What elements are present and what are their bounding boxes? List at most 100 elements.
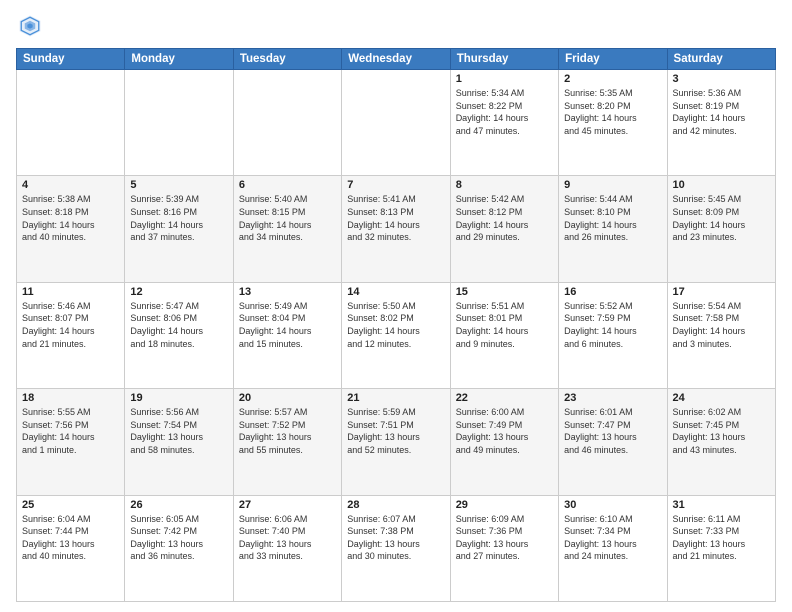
day-info: Sunrise: 5:49 AM Sunset: 8:04 PM Dayligh… [239, 300, 336, 350]
calendar-cell: 29Sunrise: 6:09 AM Sunset: 7:36 PM Dayli… [450, 495, 558, 601]
calendar-cell: 8 Sunrise: 5:42 AM Sunset: 8:12 PM Daylig… [450, 176, 558, 282]
calendar-cell: 19Sunrise: 5:56 AM Sunset: 7:54 PM Dayli… [125, 389, 233, 495]
calendar-cell: 24 Sunrise: 6:02 AM Sunset: 7:45 PM Dayli… [667, 389, 775, 495]
day-info: Sunrise: 6:05 AM Sunset: 7:42 PM Dayligh… [130, 513, 227, 563]
weekday-header-tuesday: Tuesday [233, 49, 341, 70]
calendar-cell: 9 Sunrise: 5:44 AM Sunset: 8:10 PM Daylig… [559, 176, 667, 282]
day-number: 17 [673, 286, 770, 298]
calendar-cell: 12Sunrise: 5:47 AM Sunset: 8:06 PM Dayli… [125, 282, 233, 388]
calendar-cell: 4 Sunrise: 5:38 AM Sunset: 8:18 PM Daylig… [17, 176, 125, 282]
day-number: 30 [564, 499, 661, 511]
calendar-cell [125, 70, 233, 176]
logo [16, 12, 48, 40]
calendar-week-4: 25Sunrise: 6:04 AM Sunset: 7:44 PM Dayli… [17, 495, 776, 601]
day-number: 16 [564, 286, 661, 298]
day-info: Sunrise: 6:02 AM Sunset: 7:45 PM Dayligh… [673, 406, 770, 456]
day-info: Sunrise: 5:50 AM Sunset: 8:02 PM Dayligh… [347, 300, 444, 350]
calendar-cell: 18 Sunrise: 5:55 AM Sunset: 7:56 PM Dayli… [17, 389, 125, 495]
calendar-cell: 27 Sunrise: 6:06 AM Sunset: 7:40 PM Dayli… [233, 495, 341, 601]
day-info: Sunrise: 5:41 AM Sunset: 8:13 PM Dayligh… [347, 193, 444, 243]
calendar-cell: 10Sunrise: 5:45 AM Sunset: 8:09 PM Dayli… [667, 176, 775, 282]
calendar-cell: 14 Sunrise: 5:50 AM Sunset: 8:02 PM Dayli… [342, 282, 450, 388]
calendar-cell: 26 Sunrise: 6:05 AM Sunset: 7:42 PM Dayli… [125, 495, 233, 601]
day-number: 21 [347, 392, 444, 404]
day-info: Sunrise: 5:56 AM Sunset: 7:54 PM Dayligh… [130, 406, 227, 456]
day-info: Sunrise: 5:47 AM Sunset: 8:06 PM Dayligh… [130, 300, 227, 350]
day-number: 31 [673, 499, 770, 511]
day-info: Sunrise: 5:55 AM Sunset: 7:56 PM Dayligh… [22, 406, 119, 456]
day-number: 3 [673, 73, 770, 85]
day-number: 28 [347, 499, 444, 511]
calendar-cell: 2 Sunrise: 5:35 AM Sunset: 8:20 PM Daylig… [559, 70, 667, 176]
weekday-header-monday: Monday [125, 49, 233, 70]
weekday-header-wednesday: Wednesday [342, 49, 450, 70]
day-info: Sunrise: 5:40 AM Sunset: 8:15 PM Dayligh… [239, 193, 336, 243]
calendar-cell [233, 70, 341, 176]
day-info: Sunrise: 5:46 AM Sunset: 8:07 PM Dayligh… [22, 300, 119, 350]
calendar-cell [342, 70, 450, 176]
weekday-header-saturday: Saturday [667, 49, 775, 70]
header [16, 12, 776, 40]
day-info: Sunrise: 5:59 AM Sunset: 7:51 PM Dayligh… [347, 406, 444, 456]
calendar-week-0: 1 Sunrise: 5:34 AM Sunset: 8:22 PM Daylig… [17, 70, 776, 176]
weekday-row: SundayMondayTuesdayWednesdayThursdayFrid… [17, 49, 776, 70]
weekday-header-friday: Friday [559, 49, 667, 70]
logo-icon [16, 12, 44, 40]
day-info: Sunrise: 5:52 AM Sunset: 7:59 PM Dayligh… [564, 300, 661, 350]
day-info: Sunrise: 6:00 AM Sunset: 7:49 PM Dayligh… [456, 406, 553, 456]
day-info: Sunrise: 5:45 AM Sunset: 8:09 PM Dayligh… [673, 193, 770, 243]
calendar-week-3: 18 Sunrise: 5:55 AM Sunset: 7:56 PM Dayli… [17, 389, 776, 495]
weekday-header-sunday: Sunday [17, 49, 125, 70]
day-number: 29 [456, 499, 553, 511]
day-number: 23 [564, 392, 661, 404]
calendar-week-1: 4 Sunrise: 5:38 AM Sunset: 8:18 PM Daylig… [17, 176, 776, 282]
calendar-cell: 15 Sunrise: 5:51 AM Sunset: 8:01 PM Dayli… [450, 282, 558, 388]
day-number: 7 [347, 179, 444, 191]
day-number: 26 [130, 499, 227, 511]
day-number: 27 [239, 499, 336, 511]
day-number: 13 [239, 286, 336, 298]
day-info: Sunrise: 5:44 AM Sunset: 8:10 PM Dayligh… [564, 193, 661, 243]
day-info: Sunrise: 5:42 AM Sunset: 8:12 PM Dayligh… [456, 193, 553, 243]
day-number: 9 [564, 179, 661, 191]
day-number: 2 [564, 73, 661, 85]
day-number: 24 [673, 392, 770, 404]
day-info: Sunrise: 6:07 AM Sunset: 7:38 PM Dayligh… [347, 513, 444, 563]
calendar-header: SundayMondayTuesdayWednesdayThursdayFrid… [17, 49, 776, 70]
day-number: 8 [456, 179, 553, 191]
day-info: Sunrise: 6:11 AM Sunset: 7:33 PM Dayligh… [673, 513, 770, 563]
calendar-cell: 16 Sunrise: 5:52 AM Sunset: 7:59 PM Dayli… [559, 282, 667, 388]
day-info: Sunrise: 5:51 AM Sunset: 8:01 PM Dayligh… [456, 300, 553, 350]
day-info: Sunrise: 5:36 AM Sunset: 8:19 PM Dayligh… [673, 87, 770, 137]
calendar-table: SundayMondayTuesdayWednesdayThursdayFrid… [16, 48, 776, 602]
calendar-cell: 3 Sunrise: 5:36 AM Sunset: 8:19 PM Daylig… [667, 70, 775, 176]
calendar-cell: 23 Sunrise: 6:01 AM Sunset: 7:47 PM Dayli… [559, 389, 667, 495]
calendar-cell: 17 Sunrise: 5:54 AM Sunset: 7:58 PM Dayli… [667, 282, 775, 388]
day-number: 14 [347, 286, 444, 298]
day-number: 1 [456, 73, 553, 85]
day-info: Sunrise: 6:01 AM Sunset: 7:47 PM Dayligh… [564, 406, 661, 456]
calendar-cell: 28 Sunrise: 6:07 AM Sunset: 7:38 PM Dayli… [342, 495, 450, 601]
calendar-cell: 13 Sunrise: 5:49 AM Sunset: 8:04 PM Dayli… [233, 282, 341, 388]
day-number: 22 [456, 392, 553, 404]
day-info: Sunrise: 5:54 AM Sunset: 7:58 PM Dayligh… [673, 300, 770, 350]
day-info: Sunrise: 6:10 AM Sunset: 7:34 PM Dayligh… [564, 513, 661, 563]
day-info: Sunrise: 5:39 AM Sunset: 8:16 PM Dayligh… [130, 193, 227, 243]
day-number: 20 [239, 392, 336, 404]
page: SundayMondayTuesdayWednesdayThursdayFrid… [0, 0, 792, 612]
weekday-header-thursday: Thursday [450, 49, 558, 70]
day-number: 18 [22, 392, 119, 404]
day-info: Sunrise: 5:34 AM Sunset: 8:22 PM Dayligh… [456, 87, 553, 137]
calendar-body: 1 Sunrise: 5:34 AM Sunset: 8:22 PM Daylig… [17, 70, 776, 602]
day-number: 4 [22, 179, 119, 191]
day-number: 15 [456, 286, 553, 298]
calendar-cell: 11Sunrise: 5:46 AM Sunset: 8:07 PM Dayli… [17, 282, 125, 388]
calendar-week-2: 11Sunrise: 5:46 AM Sunset: 8:07 PM Dayli… [17, 282, 776, 388]
calendar-cell: 20Sunrise: 5:57 AM Sunset: 7:52 PM Dayli… [233, 389, 341, 495]
calendar-cell: 21 Sunrise: 5:59 AM Sunset: 7:51 PM Dayli… [342, 389, 450, 495]
day-info: Sunrise: 5:35 AM Sunset: 8:20 PM Dayligh… [564, 87, 661, 137]
day-info: Sunrise: 6:06 AM Sunset: 7:40 PM Dayligh… [239, 513, 336, 563]
calendar-cell: 5Sunrise: 5:39 AM Sunset: 8:16 PM Daylig… [125, 176, 233, 282]
day-info: Sunrise: 5:38 AM Sunset: 8:18 PM Dayligh… [22, 193, 119, 243]
calendar-cell: 6Sunrise: 5:40 AM Sunset: 8:15 PM Daylig… [233, 176, 341, 282]
